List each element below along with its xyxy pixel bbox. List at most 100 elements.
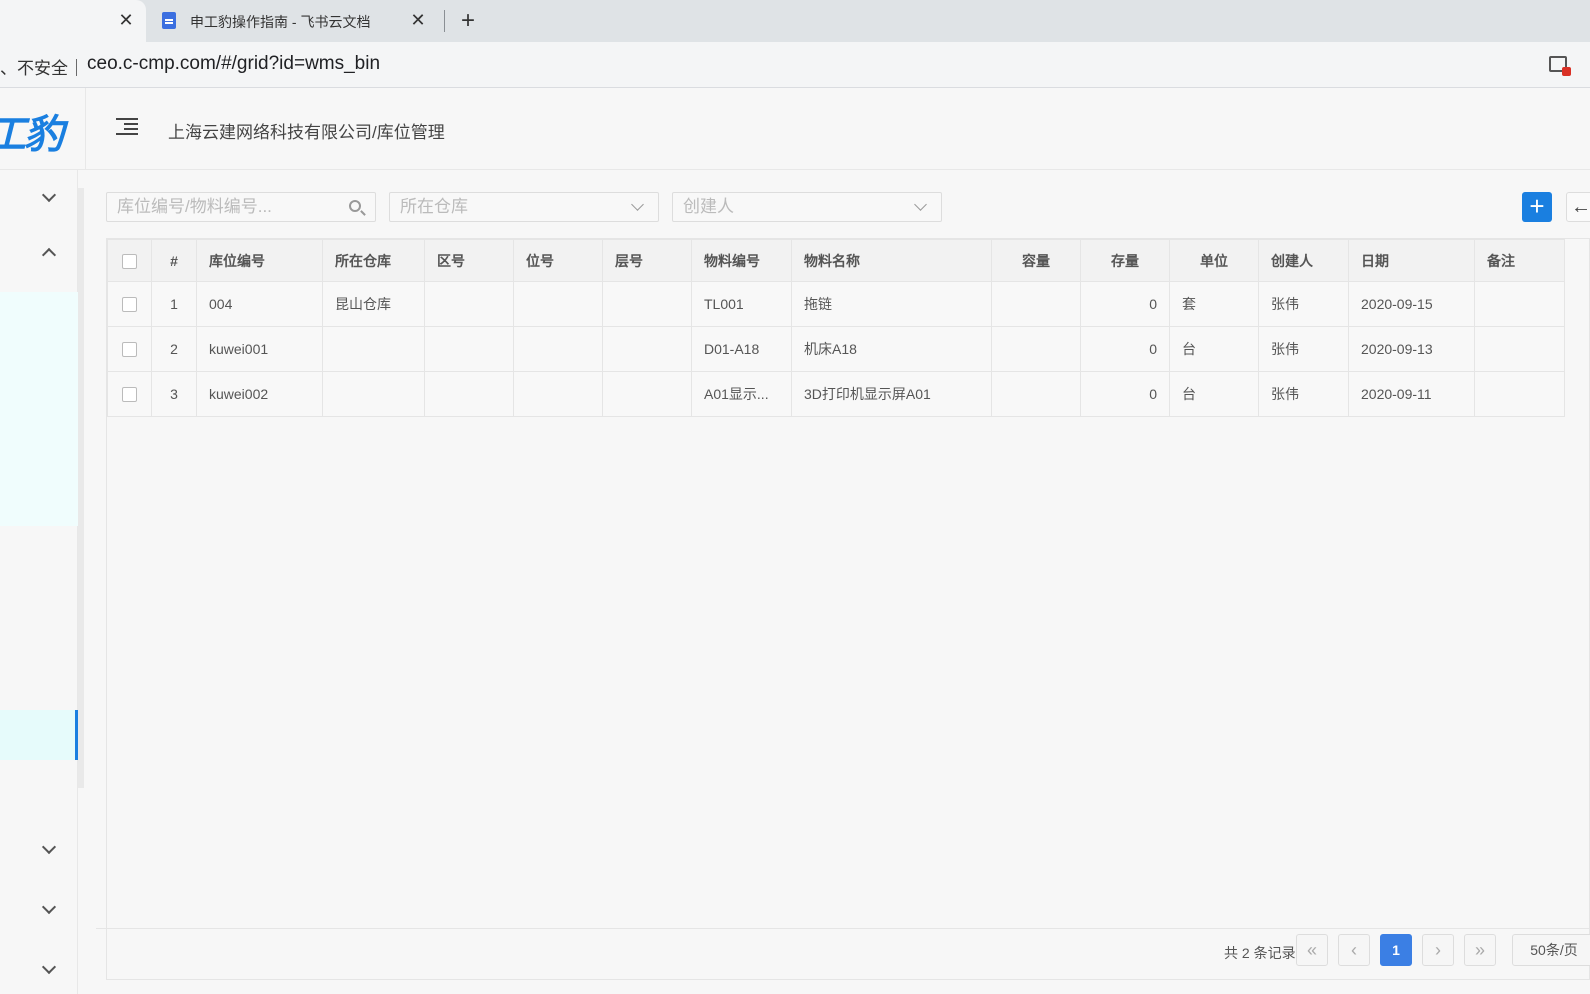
cell-capacity (991, 326, 1081, 372)
column-header-index[interactable]: # (151, 239, 197, 282)
row-select-cell[interactable] (107, 326, 152, 372)
cell-warehouse (322, 326, 425, 372)
sidebar-scrollbar[interactable] (78, 188, 84, 788)
chevron-down-icon (41, 187, 57, 203)
column-header-unit[interactable]: 单位 (1169, 239, 1259, 282)
cast-blocked-icon[interactable] (1549, 56, 1571, 76)
cell-creator: 张伟 (1258, 326, 1349, 372)
add-button[interactable]: + (1522, 192, 1552, 222)
column-header-date[interactable]: 日期 (1348, 239, 1475, 282)
close-icon[interactable]: ✕ (116, 10, 136, 30)
sidebar-item-1[interactable] (0, 170, 78, 230)
cell-stock: 0 (1080, 281, 1170, 327)
cell-date: 2020-09-13 (1348, 326, 1475, 372)
creator-placeholder: 创建人 (683, 197, 734, 216)
row-checkbox[interactable] (122, 387, 137, 403)
prev-page-button[interactable]: ‹ (1338, 934, 1370, 966)
next-page-button[interactable]: › (1422, 934, 1454, 966)
cell-date: 2020-09-11 (1348, 371, 1475, 417)
column-header-warehouse[interactable]: 所在仓库 (322, 239, 425, 282)
back-button[interactable]: ← (1566, 192, 1590, 222)
page-size-select[interactable]: 50条/页 (1512, 934, 1590, 966)
pagination: 共 2 条记录 « ‹ 1 › » 50条/页 (96, 928, 1590, 972)
cell-bin-code: kuwei001 (196, 326, 323, 372)
close-icon[interactable]: ✕ (408, 10, 428, 30)
column-header-remark[interactable]: 备注 (1474, 239, 1565, 282)
cell-index: 3 (151, 371, 197, 417)
logo: 工豹 (0, 88, 86, 170)
first-page-button[interactable]: « (1296, 934, 1328, 966)
new-tab-button[interactable]: + (456, 8, 480, 34)
column-header-creator[interactable]: 创建人 (1258, 239, 1349, 282)
select-all-checkbox[interactable] (122, 253, 137, 269)
browser-tab-bar: ✕ 申工豹操作指南 - 飞书云文档 ✕ + (0, 0, 1590, 42)
column-header-capacity[interactable]: 容量 (991, 239, 1081, 282)
row-checkbox[interactable] (122, 297, 137, 313)
column-header-position[interactable]: 位号 (513, 239, 603, 282)
breadcrumb: 上海云建网络科技有限公司/库位管理 (168, 123, 445, 142)
sidebar-item-active[interactable] (0, 710, 78, 760)
url-text[interactable]: ceo.c-cmp.com/#/grid?id=wms_bin (87, 53, 380, 75)
cell-stock: 0 (1080, 326, 1170, 372)
search-placeholder: 库位编号/物料编号... (117, 197, 272, 216)
cell-unit: 台 (1169, 326, 1259, 372)
cell-date: 2020-09-15 (1348, 281, 1475, 327)
app-header: 工豹 上海云建网络科技有限公司/库位管理 (0, 88, 1590, 170)
cell-zone (424, 371, 514, 417)
row-select-cell[interactable] (107, 371, 152, 417)
warehouse-select[interactable]: 所在仓库 (389, 192, 659, 222)
cell-position (513, 371, 603, 417)
sidebar-item-4[interactable] (0, 882, 78, 942)
table-header-row: # 库位编号 所在仓库 区号 位号 层号 物料编号 物料名称 容量 存量 单位 … (107, 239, 1565, 282)
search-input[interactable]: 库位编号/物料编号... (106, 192, 376, 222)
column-header-stock[interactable]: 存量 (1080, 239, 1170, 282)
creator-select[interactable]: 创建人 (672, 192, 942, 222)
sidebar-item-2[interactable] (0, 224, 78, 284)
cell-material-code: TL001 (691, 281, 792, 327)
cell-material-code: A01显示... (691, 371, 792, 417)
table-row[interactable]: 1 004 昆山仓库 TL001 拖链 0 套 张伟 2020-09-15 (107, 281, 1565, 327)
browser-tab-feishu[interactable]: 申工豹操作指南 - 飞书云文档 ✕ (150, 0, 440, 42)
cell-warehouse (322, 371, 425, 417)
table-row[interactable]: 2 kuwei001 D01-A18 机床A18 0 台 张伟 2020-09-… (107, 326, 1565, 372)
row-select-cell[interactable] (107, 281, 152, 327)
cell-position (513, 326, 603, 372)
table-row[interactable]: 3 kuwei002 A01显示... 3D打印机显示屏A01 0 台 张伟 2… (107, 371, 1565, 417)
column-header-layer[interactable]: 层号 (602, 239, 692, 282)
row-checkbox[interactable] (122, 342, 137, 358)
cell-material-name: 3D打印机显示屏A01 (791, 371, 992, 417)
main-content: 库位编号/物料编号... 所在仓库 创建人 + ← # 库位编号 所在仓库 区号… (96, 176, 1590, 994)
sidebar-item-3[interactable] (0, 822, 78, 882)
cell-unit: 套 (1169, 281, 1259, 327)
cell-remark (1474, 371, 1565, 417)
column-header-zone[interactable]: 区号 (424, 239, 514, 282)
page-1-button[interactable]: 1 (1380, 934, 1412, 966)
record-count: 共 2 条记录 (1224, 945, 1296, 961)
chevron-down-icon (41, 959, 57, 975)
cell-capacity (991, 371, 1081, 417)
address-bar[interactable]: 、不安全｜ ceo.c-cmp.com/#/grid?id=wms_bin (0, 42, 1590, 88)
tab-separator (444, 10, 445, 32)
column-header-material-code[interactable]: 物料编号 (691, 239, 792, 282)
column-header-bin-code[interactable]: 库位编号 (196, 239, 323, 282)
last-page-button[interactable]: » (1464, 934, 1496, 966)
cell-remark (1474, 281, 1565, 327)
cell-creator: 张伟 (1258, 281, 1349, 327)
select-all-cell[interactable] (107, 239, 152, 282)
cell-layer (602, 281, 692, 327)
menu-collapse-icon[interactable] (116, 116, 138, 136)
browser-tab-active[interactable]: ✕ (0, 0, 146, 42)
security-indicator[interactable]: 、不安全｜ (0, 54, 85, 79)
chevron-down-icon (631, 198, 644, 211)
cell-bin-code: 004 (196, 281, 323, 327)
search-icon[interactable] (349, 200, 361, 212)
cell-remark (1474, 326, 1565, 372)
sidebar-item-5[interactable] (0, 942, 78, 994)
cell-material-name: 拖链 (791, 281, 992, 327)
column-header-material-name[interactable]: 物料名称 (791, 239, 992, 282)
chevron-up-icon (41, 247, 57, 263)
cell-zone (424, 281, 514, 327)
tab-title: 申工豹操作指南 - 飞书云文档 (190, 14, 371, 30)
sidebar-submenu (0, 292, 78, 526)
cell-stock: 0 (1080, 371, 1170, 417)
